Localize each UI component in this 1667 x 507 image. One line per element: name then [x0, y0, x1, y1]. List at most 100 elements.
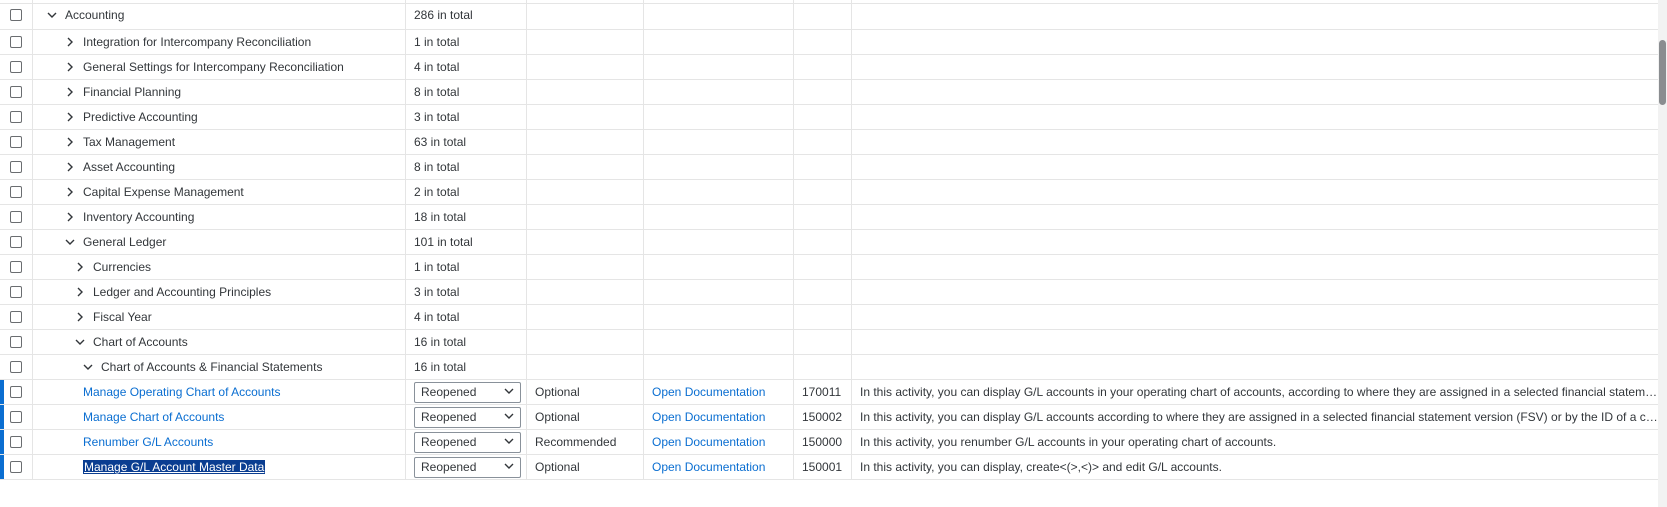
chevron-right-icon[interactable] — [73, 260, 87, 274]
tree-row[interactable]: Tax Management 63 in total — [0, 130, 1658, 155]
row-highlight-marker — [0, 455, 4, 479]
tree-row[interactable]: Integration for Intercompany Reconciliat… — [0, 30, 1658, 55]
status-select[interactable]: Reopened — [414, 431, 521, 453]
chevron-right-icon[interactable] — [63, 60, 77, 74]
row-checkbox[interactable] — [10, 336, 22, 348]
chevron-right-icon[interactable] — [63, 110, 77, 124]
row-checkbox[interactable] — [10, 436, 22, 448]
row-select-cell[interactable] — [0, 305, 33, 329]
row-checkbox[interactable] — [10, 136, 22, 148]
row-select-cell[interactable] — [0, 455, 33, 479]
status-cell: Reopened — [406, 430, 527, 454]
chevron-right-icon[interactable] — [73, 285, 87, 299]
row-select-cell[interactable] — [0, 55, 33, 79]
chevron-right-icon[interactable] — [63, 35, 77, 49]
row-select-cell[interactable] — [0, 280, 33, 304]
status-select[interactable]: Reopened — [414, 381, 521, 403]
activity-row[interactable]: Manage Chart of Accounts Reopened Optional… — [0, 405, 1658, 430]
row-select-cell[interactable] — [0, 230, 33, 254]
row-checkbox[interactable] — [10, 186, 22, 198]
relevance-cell: Optional — [527, 455, 644, 479]
status-select[interactable]: Reopened — [414, 456, 521, 478]
tree-row[interactable]: Fiscal Year 4 in total — [0, 305, 1658, 330]
row-checkbox[interactable] — [10, 211, 22, 223]
row-select-cell[interactable] — [0, 355, 33, 379]
vertical-scrollbar[interactable] — [1658, 0, 1667, 507]
chevron-right-icon[interactable] — [63, 85, 77, 99]
description-cell — [852, 280, 1658, 304]
tree-node-label: Currencies — [93, 260, 152, 274]
activity-row[interactable]: Manage G/L Account Master Data Reopened Op… — [0, 455, 1658, 480]
chevron-right-icon[interactable] — [63, 135, 77, 149]
row-checkbox[interactable] — [10, 411, 22, 423]
id-cell — [794, 80, 852, 104]
tree-name-cell: General Settings for Intercompany Reconc… — [33, 55, 406, 79]
open-documentation-link[interactable]: Open Documentation — [652, 410, 765, 424]
tree-row[interactable]: Ledger and Accounting Principles 3 in tot… — [0, 280, 1658, 305]
row-checkbox[interactable] — [10, 361, 22, 373]
row-select-cell[interactable] — [0, 255, 33, 279]
open-documentation-link[interactable]: Open Documentation — [652, 385, 765, 399]
open-documentation-link[interactable]: Open Documentation — [652, 435, 765, 449]
scrollbar-thumb[interactable] — [1659, 40, 1666, 105]
row-select-cell[interactable] — [0, 430, 33, 454]
row-select-cell[interactable] — [0, 405, 33, 429]
row-select-cell[interactable] — [0, 330, 33, 354]
activity-link[interactable]: Manage Chart of Accounts — [83, 410, 224, 424]
status-cell: Reopened — [406, 455, 527, 479]
activity-link[interactable]: Manage Operating Chart of Accounts — [83, 385, 280, 399]
row-checkbox[interactable] — [10, 236, 22, 248]
row-select-cell[interactable] — [0, 80, 33, 104]
status-select[interactable]: Reopened — [414, 406, 521, 428]
tree-row[interactable]: Financial Planning 8 in total — [0, 80, 1658, 105]
row-select-cell[interactable] — [0, 205, 33, 229]
tree-row[interactable]: Accounting 286 in total — [0, 0, 1658, 30]
open-documentation-link[interactable]: Open Documentation — [652, 460, 765, 474]
chevron-down-icon[interactable] — [63, 235, 77, 249]
description-cell — [852, 305, 1658, 329]
row-checkbox[interactable] — [10, 386, 22, 398]
chevron-down-icon[interactable] — [45, 8, 59, 22]
tree-row[interactable]: General Settings for Intercompany Reconc… — [0, 55, 1658, 80]
row-select-cell[interactable] — [0, 155, 33, 179]
row-checkbox[interactable] — [10, 8, 22, 21]
row-checkbox[interactable] — [10, 61, 22, 73]
row-checkbox[interactable] — [10, 286, 22, 298]
chevron-right-icon[interactable] — [63, 185, 77, 199]
row-select-cell[interactable] — [0, 130, 33, 154]
chevron-right-icon[interactable] — [63, 210, 77, 224]
id-cell — [794, 230, 852, 254]
row-checkbox[interactable] — [10, 261, 22, 273]
tree-row[interactable]: Currencies 1 in total — [0, 255, 1658, 280]
row-select-cell[interactable] — [0, 0, 33, 29]
tree-row[interactable]: Chart of Accounts & Financial Statements… — [0, 355, 1658, 380]
tree-row[interactable]: Predictive Accounting 3 in total — [0, 105, 1658, 130]
row-select-cell[interactable] — [0, 30, 33, 54]
row-checkbox[interactable] — [10, 36, 22, 48]
activity-row[interactable]: Manage Operating Chart of Accounts Reopen… — [0, 380, 1658, 405]
chevron-down-icon[interactable] — [73, 335, 87, 349]
row-checkbox[interactable] — [10, 161, 22, 173]
row-select-cell[interactable] — [0, 105, 33, 129]
relevance-cell — [527, 80, 644, 104]
chevron-right-icon[interactable] — [73, 310, 87, 324]
activity-id: 150000 — [802, 435, 843, 449]
row-checkbox[interactable] — [10, 461, 22, 473]
chevron-down-icon[interactable] — [81, 360, 95, 374]
activity-row[interactable]: Renumber G/L Accounts Reopened Recommended… — [0, 430, 1658, 455]
row-checkbox[interactable] — [10, 86, 22, 98]
tree-row[interactable]: Inventory Accounting 18 in total — [0, 205, 1658, 230]
row-select-cell[interactable] — [0, 180, 33, 204]
row-checkbox[interactable] — [10, 111, 22, 123]
activity-link[interactable]: Manage G/L Account Master Data — [83, 460, 266, 474]
chevron-right-icon[interactable] — [63, 160, 77, 174]
activity-link[interactable]: Renumber G/L Accounts — [83, 435, 213, 449]
row-select-cell[interactable] — [0, 380, 33, 404]
tree-row[interactable]: Asset Accounting 8 in total — [0, 155, 1658, 180]
tree-row[interactable]: General Ledger 101 in total — [0, 230, 1658, 255]
description-cell — [852, 80, 1658, 104]
node-count: 1 in total — [414, 35, 460, 49]
row-checkbox[interactable] — [10, 311, 22, 323]
tree-row[interactable]: Chart of Accounts 16 in total — [0, 330, 1658, 355]
tree-row[interactable]: Capital Expense Management 2 in total — [0, 180, 1658, 205]
